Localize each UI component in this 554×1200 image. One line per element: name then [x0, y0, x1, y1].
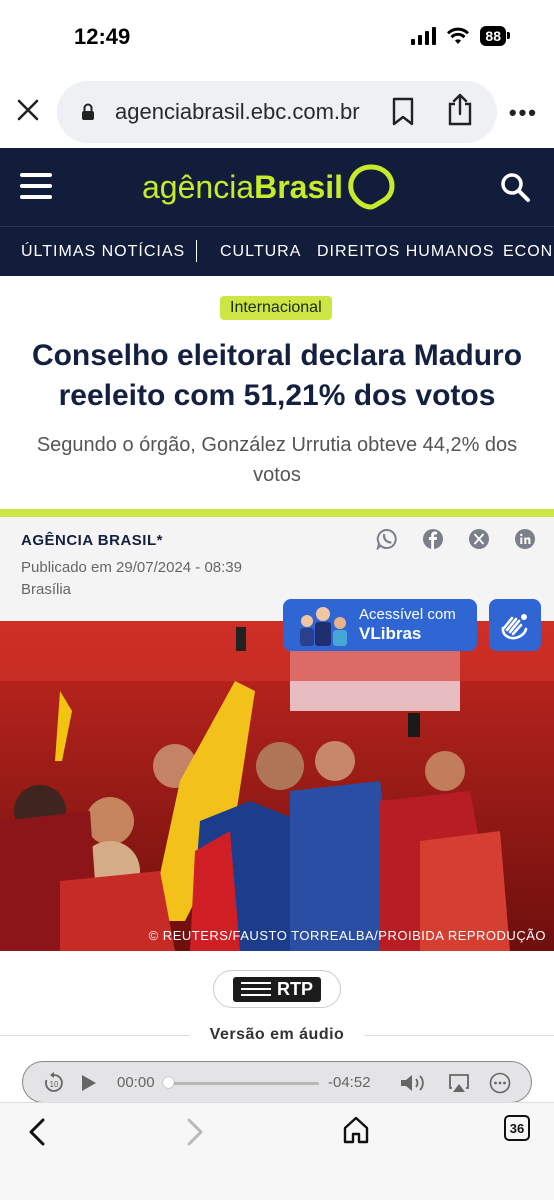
vlibras-accessibility-button[interactable]: Acessível com VLibras	[283, 599, 477, 651]
skip-back-10-icon[interactable]: 10	[43, 1072, 65, 1094]
site-header: agência Brasil	[0, 148, 554, 226]
audio-current-time: 00:00	[117, 1074, 155, 1091]
nav-item-ultimas-noticias[interactable]: ÚLTIMAS NOTÍCIAS	[21, 243, 185, 261]
airplay-icon[interactable]	[448, 1072, 470, 1094]
linkedin-icon[interactable]	[514, 528, 536, 550]
article-subhead: Segundo o órgão, González Urrutia obteve…	[36, 434, 518, 486]
logo-brazil-map-icon	[348, 164, 395, 210]
vlibras-text-line2: VLibras	[359, 624, 422, 643]
divider-line	[0, 509, 554, 517]
photo-scene	[0, 621, 554, 951]
share-icon[interactable]	[447, 93, 473, 127]
battery-icon: 88	[480, 26, 510, 46]
wifi-icon	[447, 27, 470, 44]
logo-text-bold: Brasil	[254, 168, 344, 205]
forward-icon[interactable]	[184, 1117, 206, 1147]
audio-version-label: Versão em áudio	[190, 1026, 364, 1044]
photo-caption: © REUTERS/FAUSTO TORREALBA/PROIBIDA REPR…	[148, 928, 546, 943]
address-bar[interactable]: agenciabrasil.ebc.com.br	[57, 81, 497, 143]
sign-language-hands-icon	[501, 614, 528, 640]
cellular-signal-icon	[411, 27, 437, 45]
audio-progress-thumb[interactable]	[163, 1077, 174, 1088]
bookmark-icon[interactable]	[391, 97, 415, 127]
vlibras-hand-button[interactable]	[489, 599, 541, 651]
home-icon[interactable]	[342, 1115, 370, 1145]
more-options-button[interactable]: •••	[509, 100, 538, 126]
status-bar: 12:49 88	[0, 0, 554, 72]
url-text: agenciabrasil.ebc.com.br	[115, 99, 360, 124]
audio-remaining-time: -04:52	[328, 1074, 371, 1091]
nav-item-economia[interactable]: ECONOMIA	[503, 243, 554, 261]
article-author: AGÊNCIA BRASIL*	[21, 532, 163, 549]
rtp-badge: RTP	[213, 970, 341, 1008]
share-buttons	[376, 528, 536, 550]
facebook-icon[interactable]	[422, 528, 444, 550]
close-icon	[17, 99, 39, 121]
category-nav: ÚLTIMAS NOTÍCIAS CULTURA DIREITOS HUMANO…	[0, 226, 554, 276]
browser-url-row: agenciabrasil.ebc.com.br •••	[0, 72, 554, 148]
nav-item-cultura[interactable]: CULTURA	[220, 243, 301, 261]
rtp-brand-text: RTP	[277, 978, 313, 999]
vlibras-text-line1: Acessível com	[359, 606, 456, 623]
volume-icon[interactable]	[399, 1072, 429, 1094]
whatsapp-icon[interactable]	[376, 528, 398, 550]
nav-separator	[196, 240, 197, 262]
nav-item-direitos-humanos[interactable]: DIREITOS HUMANOS	[317, 243, 495, 261]
close-tab-button[interactable]	[14, 96, 42, 124]
vlibras-avatars-icon	[300, 607, 347, 646]
article-headline: Conselho eleitoral declara Maduro reelei…	[31, 339, 523, 412]
search-icon[interactable]	[500, 172, 530, 202]
publish-date: Publicado em 29/07/2024 - 08:39	[21, 559, 242, 576]
article-photo[interactable]: © REUTERS/FAUSTO TORREALBA/PROIBIDA REPR…	[0, 621, 554, 951]
svg-text:10: 10	[50, 1080, 59, 1089]
audio-player: 10 00:00 -04:52	[22, 1061, 532, 1103]
play-icon[interactable]	[81, 1074, 97, 1092]
more-options-icon[interactable]	[489, 1072, 511, 1094]
x-twitter-icon[interactable]	[468, 528, 490, 550]
logo-text-light: agência	[142, 168, 255, 205]
category-tag[interactable]: Internacional	[220, 296, 332, 320]
lock-icon	[82, 103, 94, 120]
tabs-count-button[interactable]: 36	[504, 1115, 530, 1141]
site-logo[interactable]: agência Brasil	[142, 164, 395, 210]
status-time: 12:49	[74, 24, 131, 49]
menu-hamburger-icon[interactable]	[20, 173, 52, 199]
rtp-stripes-icon	[241, 982, 271, 996]
browser-toolbar: 36	[0, 1102, 554, 1200]
status-icons: 88	[411, 26, 510, 46]
rtp-logo: RTP	[233, 976, 321, 1002]
back-icon[interactable]	[26, 1117, 48, 1147]
audio-progress-track[interactable]	[167, 1082, 319, 1085]
publish-place: Brasília	[21, 581, 72, 598]
